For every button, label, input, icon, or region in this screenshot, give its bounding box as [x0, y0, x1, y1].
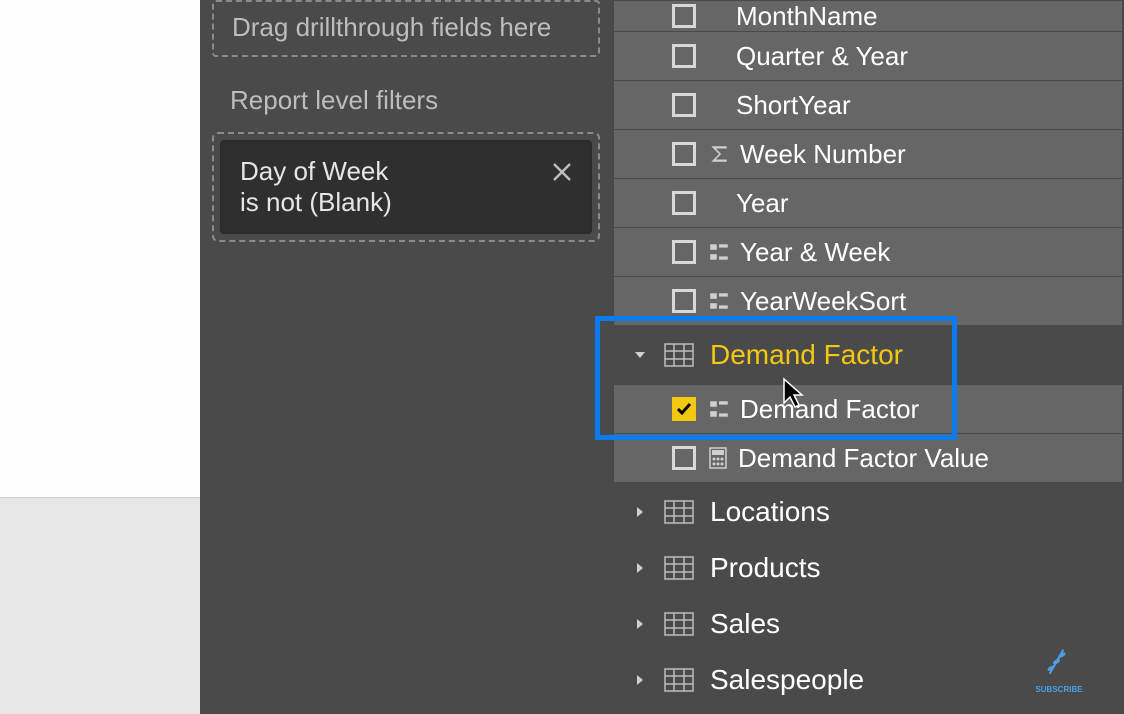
field-row-week-number[interactable]: Week Number: [614, 130, 1122, 178]
field-row-demand-factor-value[interactable]: Demand Factor Value: [614, 434, 1122, 482]
hierarchy-icon: [708, 241, 730, 263]
checkbox-icon[interactable]: [672, 93, 696, 117]
field-label: Demand Factor Value: [738, 443, 989, 474]
table-icon: [664, 612, 694, 636]
table-icon: [664, 500, 694, 524]
report-level-filters-label: Report level filters: [230, 85, 600, 116]
checkbox-icon[interactable]: [672, 240, 696, 264]
table-sales[interactable]: Sales: [614, 598, 1122, 650]
field-label: ShortYear: [736, 90, 851, 121]
drillthrough-placeholder: Drag drillthrough fields here: [232, 12, 551, 42]
table-demand-factor[interactable]: Demand Factor: [614, 329, 1122, 381]
checkbox-icon[interactable]: [672, 446, 696, 470]
field-row-yearweeksort[interactable]: YearWeekSort: [614, 277, 1122, 325]
checkbox-icon[interactable]: [672, 142, 696, 166]
table-icon: [664, 556, 694, 580]
table-label: Demand Factor: [710, 339, 903, 371]
filter-card-day-of-week[interactable]: Day of Week is not (Blank): [220, 140, 592, 234]
table-label: Salespeople: [710, 664, 864, 696]
field-row-quarter-year[interactable]: Quarter & Year: [614, 32, 1122, 80]
checkbox-icon[interactable]: [672, 397, 696, 421]
field-row-year[interactable]: Year: [614, 179, 1122, 227]
table-label: Sales: [710, 608, 780, 640]
field-row-shortyear[interactable]: ShortYear: [614, 81, 1122, 129]
canvas-scroll-area: [0, 498, 200, 714]
expand-icon[interactable]: [632, 506, 648, 518]
field-label: Quarter & Year: [736, 41, 908, 72]
expand-icon[interactable]: [632, 618, 648, 630]
field-row-demand-factor[interactable]: Demand Factor: [614, 385, 1122, 433]
checkbox-icon[interactable]: [672, 4, 696, 28]
field-label: Week Number: [740, 139, 906, 170]
checkbox-icon[interactable]: [672, 191, 696, 215]
sigma-icon: [708, 143, 730, 165]
report-canvas[interactable]: [0, 0, 200, 498]
drillthrough-dropzone[interactable]: Drag drillthrough fields here: [212, 0, 600, 57]
table-label: Products: [710, 552, 821, 584]
table-locations[interactable]: Locations: [614, 486, 1122, 538]
fields-pane: MonthName Quarter & Year ShortYear Week …: [612, 0, 1124, 714]
table-salespeople[interactable]: Salespeople: [614, 654, 1122, 706]
table-icon: [664, 343, 694, 367]
field-row-monthname[interactable]: MonthName: [614, 1, 1122, 31]
close-icon[interactable]: [552, 158, 572, 189]
filters-pane: Drag drillthrough fields here Report lev…: [200, 0, 612, 714]
filter-dropzone[interactable]: Day of Week is not (Blank): [212, 132, 600, 242]
expand-icon[interactable]: [632, 674, 648, 686]
field-label: Year: [736, 188, 789, 219]
table-products[interactable]: Products: [614, 542, 1122, 594]
expand-icon[interactable]: [632, 562, 648, 574]
filter-field-name: Day of Week: [240, 156, 572, 187]
field-row-year-week[interactable]: Year & Week: [614, 228, 1122, 276]
hierarchy-icon: [708, 290, 730, 312]
table-label: Locations: [710, 496, 830, 528]
table-icon: [664, 668, 694, 692]
field-label: MonthName: [736, 1, 878, 32]
field-label: Year & Week: [740, 237, 890, 268]
collapse-icon[interactable]: [632, 349, 648, 361]
calculator-icon: [708, 447, 728, 469]
field-label: YearWeekSort: [740, 286, 906, 317]
field-label: Demand Factor: [740, 394, 919, 425]
hierarchy-icon: [708, 398, 730, 420]
checkbox-icon[interactable]: [672, 44, 696, 68]
checkbox-icon[interactable]: [672, 289, 696, 313]
filter-condition: is not (Blank): [240, 187, 572, 218]
